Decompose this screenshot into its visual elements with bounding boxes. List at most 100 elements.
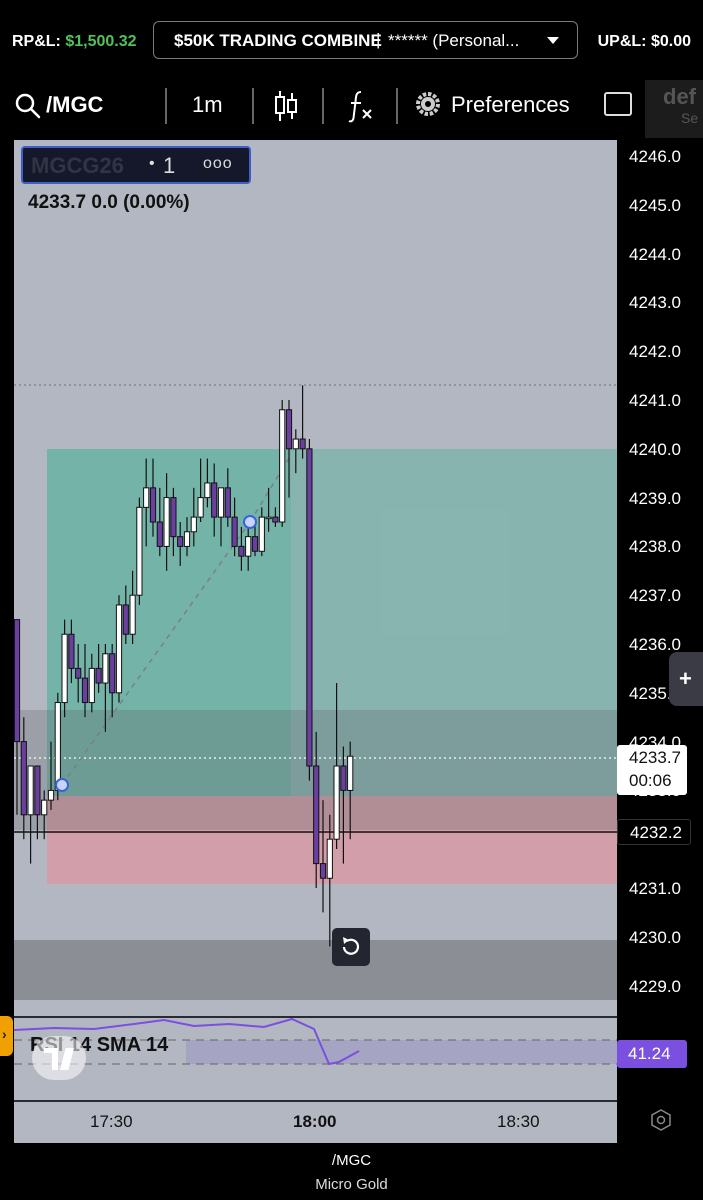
legend-dot: •	[149, 155, 155, 172]
candle-body	[81, 677, 89, 704]
account-name: ****** (Personal...	[388, 31, 520, 50]
candle-body	[340, 765, 347, 791]
last-price-value: 4233.7	[629, 748, 681, 767]
candle-body	[285, 409, 293, 450]
footer-instrument-name: Micro Gold	[315, 1176, 388, 1193]
last-price-label: 4233.7 00:06	[617, 745, 687, 795]
candle-body	[34, 765, 41, 816]
candle-body	[279, 409, 286, 523]
symbol-button[interactable]: /MGC	[46, 92, 103, 118]
candle-body	[129, 594, 136, 635]
candle-body	[54, 702, 61, 791]
candle-body	[177, 536, 184, 547]
candle-body	[20, 741, 27, 816]
chart-canvas[interactable]	[14, 140, 617, 1143]
candle-body	[238, 545, 245, 557]
price-tick-label: 4241.0	[629, 391, 681, 410]
candle-body	[61, 633, 68, 704]
candle-body	[211, 482, 218, 518]
candle-body	[190, 516, 197, 533]
hexagon-settings-icon[interactable]	[649, 1108, 673, 1132]
candle-body	[136, 506, 143, 596]
candle-body	[326, 838, 333, 879]
defaults-button[interactable]: def Se	[645, 80, 703, 138]
price-tick-label: 4230.0	[629, 927, 681, 947]
account-title: $50K TRADING COMBINE	[174, 31, 382, 50]
chevron-right-icon: ›	[2, 1026, 7, 1042]
time-label: 17:30	[90, 1112, 133, 1131]
candle-body	[258, 516, 265, 552]
upl-label: UP&L:	[597, 33, 647, 50]
candle-body	[272, 516, 279, 523]
toolbar-divider	[252, 88, 254, 124]
toolbar-divider	[322, 88, 324, 124]
gear-icon[interactable]	[414, 90, 442, 118]
candlestick-icon[interactable]	[273, 88, 299, 124]
candle-body	[245, 536, 252, 557]
toolbar-divider	[165, 88, 167, 124]
bar-countdown: 00:06	[629, 771, 672, 790]
candle-body	[156, 521, 163, 547]
price-tick-label: 4239.0	[629, 488, 681, 508]
price-tick-label: 4246.0	[629, 147, 681, 166]
symbol-legend-chip[interactable]: MGCG26 • 1 ooo	[21, 146, 251, 184]
candle-body	[313, 765, 320, 865]
rsi-band	[186, 1040, 617, 1064]
candle-body	[265, 516, 272, 520]
position-price-label[interactable]: 4232.2	[617, 819, 691, 845]
search-icon[interactable]	[14, 92, 42, 120]
defaults-label: def	[663, 84, 696, 109]
price-tick-label: 4237.0	[629, 586, 681, 606]
time-label: 18:30	[497, 1112, 540, 1131]
candle-body	[115, 604, 123, 694]
candle-body	[170, 497, 177, 538]
candle-body	[109, 653, 116, 694]
footer-symbol: /MGC	[331, 1152, 372, 1169]
legend-interval: 1	[163, 153, 176, 178]
layout-toggle[interactable]	[604, 92, 632, 116]
price-tick-label: 4229.0	[629, 976, 681, 996]
candle-body	[204, 482, 211, 499]
rpl-label: RP&L:	[12, 33, 61, 50]
price-tick-label: 4240.0	[629, 439, 681, 459]
account-selector[interactable]: $50K TRADING COMBINE | ****** (Personal.…	[153, 21, 578, 59]
more-options-icon[interactable]: ooo	[203, 155, 233, 173]
time-label: 18:00	[293, 1112, 337, 1131]
price-quote: 4233.7 0.0 (0.00%)	[28, 192, 190, 213]
candle-body	[292, 438, 299, 450]
collapse-panel-tab[interactable]: ›	[0, 1016, 13, 1056]
rsi-value-label: 41.24	[617, 1040, 687, 1068]
reset-chart-button[interactable]	[332, 928, 370, 966]
candle-body	[95, 667, 102, 684]
trend-line-anchor[interactable]	[243, 515, 257, 529]
preferences-button[interactable]: Preferences	[451, 92, 570, 118]
price-tick-label: 4245.0	[629, 195, 681, 215]
candle-body	[319, 863, 327, 879]
timeframe-button[interactable]: 1m	[192, 92, 223, 118]
candle-body	[122, 604, 129, 635]
candle-body	[347, 755, 354, 791]
price-chart[interactable]: MGCG26 • 1 ooo 4233.7 0.0 (0.00%) RSI 14…	[14, 140, 617, 1143]
chart-toolbar: /MGC 1m Preferences def Se	[0, 80, 703, 138]
price-axis[interactable]: 4246.0 4245.0 4244.0 4243.0 4242.0 4241.0 4240…	[617, 140, 703, 1143]
top-bar: RP&L: $1,500.32 $50K TRADING COMBINE | *…	[0, 0, 703, 80]
candle-body	[306, 448, 313, 767]
candle-body	[143, 487, 150, 508]
candle-body	[251, 536, 259, 552]
add-order-button[interactable]: +	[669, 652, 703, 706]
plus-icon: +	[679, 666, 692, 691]
contract-code: MGCG26	[31, 153, 124, 178]
candle-body	[149, 487, 157, 523]
rsi-value: 41.24	[628, 1044, 671, 1063]
candle-body	[224, 487, 231, 518]
chevron-down-icon	[547, 37, 559, 44]
candle-body	[102, 653, 109, 684]
trend-line-anchor[interactable]	[55, 778, 69, 792]
candle-body	[231, 516, 238, 547]
indicators-fx-icon[interactable]	[345, 88, 375, 124]
candle-body	[88, 667, 95, 704]
price-tick-label: 4231.0	[629, 879, 681, 898]
candle-body	[41, 799, 48, 816]
candle-body	[183, 531, 191, 547]
session-shade-band	[14, 940, 617, 1000]
